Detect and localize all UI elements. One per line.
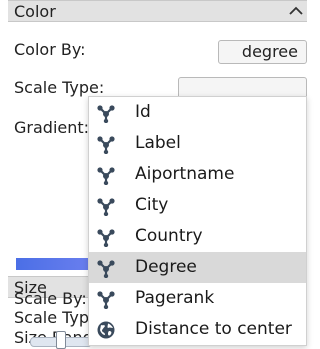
dropdown-option-label: Degree (135, 257, 197, 277)
color-scale-type-label: Scale Type: (14, 78, 105, 97)
dropdown-option-label: Distance to center (135, 319, 292, 339)
dropdown-option-label: Id (135, 102, 151, 122)
dropdown-option-label: Aiportname (135, 164, 235, 184)
gradient-preview[interactable] (16, 258, 98, 270)
globe-icon (97, 321, 115, 339)
size-range-slider-handle[interactable] (56, 331, 66, 349)
dropdown-option-pagerank[interactable]: Pagerank (89, 283, 306, 314)
network-icon (97, 291, 115, 309)
dropdown-option-distance-to-center[interactable]: Distance to center (89, 314, 306, 345)
dropdown-option-label: City (135, 195, 169, 215)
chevron-up-icon[interactable] (287, 1, 305, 21)
color-by-select[interactable]: degree (218, 40, 307, 64)
dropdown-option-label: Pagerank (135, 288, 215, 308)
dropdown-option-country[interactable]: Country (89, 221, 306, 252)
color-by-value: degree (241, 42, 298, 61)
dropdown-option-label-field[interactable]: Label (89, 128, 306, 159)
dropdown-option-degree[interactable]: Degree (89, 252, 306, 283)
dropdown-option-id[interactable]: Id (89, 97, 306, 128)
dropdown-option-label: Country (135, 226, 203, 246)
network-icon (97, 260, 115, 278)
network-icon (97, 136, 115, 154)
network-icon (97, 198, 115, 216)
color-by-dropdown-menu: Id Label Aiportname City Country Degree … (88, 96, 307, 346)
dropdown-option-city[interactable]: City (89, 190, 306, 221)
color-section-header[interactable]: Color (8, 0, 307, 22)
gradient-label: Gradient: (14, 118, 90, 137)
size-scale-by-label: Scale By: (14, 289, 87, 308)
color-section-title: Color (14, 2, 56, 21)
dropdown-option-label: Label (135, 133, 181, 153)
dropdown-option-aiportname[interactable]: Aiportname (89, 159, 306, 190)
network-icon (97, 229, 115, 247)
network-icon (97, 167, 115, 185)
color-by-label: Color By: (14, 40, 86, 59)
network-icon (97, 105, 115, 123)
